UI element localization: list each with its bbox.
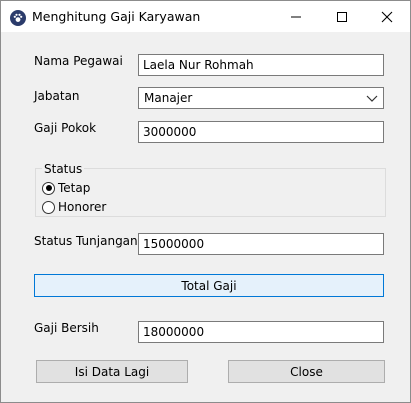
close-window-button[interactable] xyxy=(364,1,410,32)
close-icon xyxy=(381,11,393,22)
radio-tetap-label: Tetap xyxy=(58,181,91,195)
radio-button-checked[interactable] xyxy=(42,181,55,195)
tunjangan-label: Status Tunjangan xyxy=(34,234,138,248)
minimize-button[interactable] xyxy=(273,1,319,32)
isi-data-lagi-button[interactable]: Isi Data Lagi xyxy=(36,360,188,383)
tunjangan-input[interactable]: 15000000 xyxy=(138,233,384,255)
title-bar[interactable]: Menghitung Gaji Karyawan xyxy=(1,1,410,32)
chevron-down-icon xyxy=(366,95,378,102)
gaji-pokok-label: Gaji Pokok xyxy=(34,121,97,135)
radio-honorer-label: Honorer xyxy=(58,200,107,214)
jabatan-dropdown[interactable]: Manajer xyxy=(138,87,384,109)
maximize-button[interactable] xyxy=(319,1,365,32)
radio-tetap[interactable]: Tetap xyxy=(42,181,90,195)
maximize-icon xyxy=(337,11,347,22)
jabatan-selected-value: Manajer xyxy=(144,91,193,105)
gaji-bersih-label: Gaji Bersih xyxy=(34,321,99,335)
window-title: Menghitung Gaji Karyawan xyxy=(32,9,201,24)
app-window: Menghitung Gaji Karyawan Nama Pegawai La… xyxy=(0,0,411,403)
nama-pegawai-input[interactable]: Laela Nur Rohmah xyxy=(138,54,384,76)
radio-button-unchecked[interactable] xyxy=(42,200,55,214)
minimize-icon xyxy=(291,16,301,17)
gaji-bersih-input[interactable]: 18000000 xyxy=(138,321,384,343)
close-button[interactable]: Close xyxy=(228,360,385,383)
gaji-pokok-input[interactable]: 3000000 xyxy=(138,121,384,143)
nama-pegawai-label: Nama Pegawai xyxy=(34,54,123,68)
status-group-label: Status xyxy=(42,162,85,176)
total-gaji-button[interactable]: Total Gaji xyxy=(34,274,384,297)
paw-icon xyxy=(10,10,26,26)
jabatan-label: Jabatan xyxy=(34,89,80,103)
radio-honorer[interactable]: Honorer xyxy=(42,200,106,214)
